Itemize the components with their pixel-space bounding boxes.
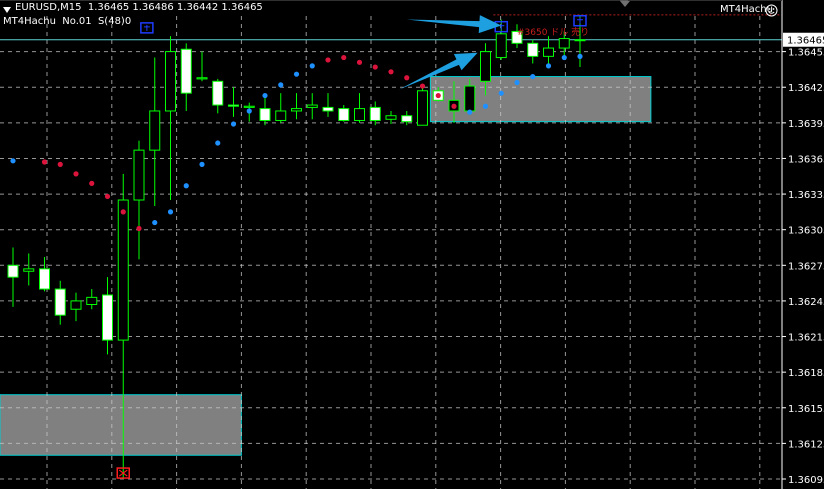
triangle-down-icon[interactable] <box>3 7 11 13</box>
y-tick-label: 1.36365 <box>788 154 824 165</box>
sar-dot-down <box>136 225 142 232</box>
bear-candle-body <box>212 80 224 106</box>
bull-candle-body <box>354 108 365 121</box>
bull-candle-body <box>133 149 145 201</box>
sar-dot-up <box>577 53 583 59</box>
candlestick-chart[interactable]: 1.36095 1.36125 1.36155 1.36185 1.36215 1.362… <box>0 0 824 489</box>
bull-candle-body <box>543 47 554 57</box>
order-annotation: #3650 ドル 売り <box>517 28 590 38</box>
y-tick-label: 1.36305 <box>788 226 824 237</box>
sar-dot-up <box>545 63 552 69</box>
sar-dot-up <box>152 219 158 226</box>
y-tick-label: 1.36155 <box>788 404 824 415</box>
sar-dot-up <box>278 82 284 88</box>
sar-dot-up <box>199 161 205 167</box>
bull-candle-body <box>558 38 570 49</box>
sar-dot-up <box>10 158 16 164</box>
current-price-tag: 1.36465 <box>783 32 824 47</box>
sar-dot-down <box>104 193 111 200</box>
sar-dot-up <box>167 209 174 215</box>
sar-dot-up <box>561 54 567 61</box>
sar-dot-down <box>325 57 331 63</box>
bull-candle-body <box>306 104 318 108</box>
y-tick-label: 1.36335 <box>788 190 824 201</box>
y-tick-label: 1.36095 <box>788 475 824 486</box>
bull-candle-body <box>275 110 287 121</box>
sar-dot-down <box>41 159 48 165</box>
y-tick-label: 1.36455 <box>788 48 824 59</box>
bull-candle-body <box>495 33 507 59</box>
y-tick-label: 1.36185 <box>788 368 824 379</box>
sar-dot-up <box>230 121 237 127</box>
bear-candle-body <box>338 108 350 121</box>
supply-demand-zone-1 <box>429 76 652 123</box>
y-tick-label: 1.36275 <box>788 261 824 272</box>
bear-candle-body <box>102 294 113 341</box>
bull-candle-body <box>196 77 208 80</box>
bull-candle-body <box>417 90 428 126</box>
sar-dot-up <box>293 71 300 77</box>
bull-candle-body <box>86 296 98 305</box>
sar-dot-down <box>356 59 363 65</box>
sar-dot-up <box>183 183 189 189</box>
bull-candle-body <box>117 199 129 341</box>
bear-candle-body <box>228 104 239 107</box>
y-tick-label: 1.36125 <box>788 439 824 450</box>
sar-dot-up <box>467 109 473 115</box>
bull-candle-body <box>464 85 476 112</box>
bull-candle-body <box>480 51 491 82</box>
sar-dot-up <box>309 63 315 69</box>
sar-dot-down <box>89 180 95 186</box>
sar-dot-up <box>246 108 252 114</box>
bull-candle-body <box>165 51 176 112</box>
sar-dot-down <box>435 92 441 99</box>
y-tick-label: 1.36395 <box>788 119 824 130</box>
sar-dot-down <box>57 161 63 167</box>
supply-demand-zone-0 <box>0 394 242 456</box>
bull-candle-body <box>149 110 161 151</box>
sar-dot-up <box>514 79 520 86</box>
header: EURUSD,M15 1.36465 1.36486 1.36442 1.364… <box>0 0 824 38</box>
sar-dot-up <box>482 103 489 109</box>
sar-dot-down <box>120 209 126 215</box>
bull-candle-body <box>23 268 35 272</box>
sar-dot-down <box>388 69 394 75</box>
y-tick-label: 1.36425 <box>788 83 824 94</box>
sar-dot-down <box>419 83 426 89</box>
sar-dot-up <box>262 92 268 99</box>
sar-dot-up <box>498 90 504 96</box>
bear-candle-body <box>369 106 381 121</box>
bull-candle-body <box>291 108 302 112</box>
bull-candle-body <box>385 115 397 120</box>
bear-candle-body <box>322 106 334 112</box>
bull-candle-body <box>243 105 255 108</box>
bull-candle-body <box>574 39 586 42</box>
bear-candle-body <box>180 48 192 94</box>
y-tick-label: 1.36245 <box>788 297 824 308</box>
bear-candle-body <box>401 115 413 123</box>
bear-candle-body <box>39 268 50 290</box>
bear-candle-body <box>527 42 539 57</box>
y-tick-label: 1.36215 <box>788 333 824 344</box>
bear-candle-body <box>259 108 271 121</box>
sar-dot-up <box>215 140 221 146</box>
sar-dot-down <box>404 75 410 81</box>
symbol-line: EURUSD,M15 1.36465 1.36486 1.36442 1.364… <box>15 2 263 13</box>
smiley-icon[interactable] <box>765 4 778 17</box>
sar-dot-down <box>451 103 457 109</box>
bull-candle-body <box>70 300 82 310</box>
sar-dot-down <box>73 171 79 177</box>
sar-dot-up <box>530 73 536 80</box>
indicator-line: MT4Hachu No.01 S(48)0 <box>3 16 132 27</box>
current-price-label: 1.36465 <box>787 36 824 47</box>
bear-candle-body <box>7 264 19 278</box>
bear-candle-body <box>54 288 66 316</box>
sar-dot-down <box>341 54 347 61</box>
sar-dot-down <box>372 64 378 70</box>
candle <box>417 86 428 126</box>
